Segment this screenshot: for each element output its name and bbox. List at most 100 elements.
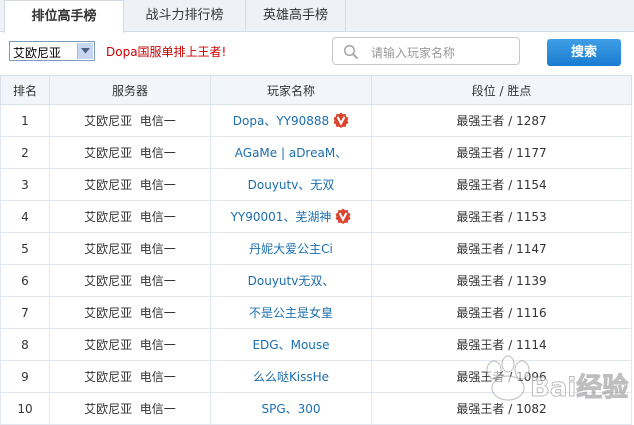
- rank-cell: 4: [0, 200, 50, 233]
- player-cell-text[interactable]: SPG、300: [261, 402, 320, 416]
- player-cell-text[interactable]: YY90001、芜湖神: [231, 210, 332, 224]
- player-cell[interactable]: 丹妮大爱公主Ci: [210, 232, 372, 265]
- server-cell-text: 艾欧尼亚 电信一: [84, 146, 176, 160]
- server-cell-text: 艾欧尼亚 电信一: [84, 402, 176, 416]
- tab-rank-masters[interactable]: 排位高手榜: [4, 0, 124, 33]
- header-rank: 排名: [0, 75, 50, 105]
- dan-points-cell: 最强王者 / 1114: [371, 328, 632, 361]
- player-cell[interactable]: EDG、Mouse: [210, 328, 372, 361]
- player-cell-text[interactable]: Douyutv、无双: [248, 178, 335, 192]
- server-cell: 艾欧尼亚 电信一: [49, 296, 211, 329]
- ranking-tabs: 排位高手榜 战斗力排行榜 英雄高手榜: [0, 0, 634, 33]
- table-row: 1 艾欧尼亚 电信一 Dopa、YY90888 最强王者 / 1287: [0, 104, 632, 137]
- table-row: 4 艾欧尼亚 电信一 YY90001、芜湖神 最强王者 / 1153: [0, 200, 632, 233]
- server-cell-text: 艾欧尼亚 电信一: [84, 178, 176, 192]
- search-button[interactable]: 搜索: [547, 39, 621, 66]
- verified-v-icon: [333, 112, 349, 129]
- server-cell-text: 艾欧尼亚 电信一: [84, 274, 176, 288]
- rank-cell: 9: [0, 360, 50, 393]
- server-cell-text: 艾欧尼亚 电信一: [84, 210, 176, 224]
- player-cell[interactable]: YY90001、芜湖神: [210, 200, 372, 233]
- rank-cell: 1: [0, 104, 50, 137]
- dan-points-cell: 最强王者 / 1116: [371, 296, 632, 329]
- table-row: 7 艾欧尼亚 电信一 不是公主是女皇 最强王者 / 1116: [0, 296, 632, 329]
- dan-points-cell: 最强王者 / 1096: [371, 360, 632, 393]
- server-cell: 艾欧尼亚 电信一: [49, 264, 211, 297]
- player-cell[interactable]: SPG、300: [210, 392, 372, 425]
- rank-cell-text: 1: [21, 113, 29, 128]
- rank-cell-text: 7: [21, 305, 29, 320]
- dan-points-cell-text: 最强王者 / 1147: [456, 242, 547, 256]
- dan-points-cell-text: 最强王者 / 1153: [456, 210, 547, 224]
- dan-points-cell-text: 最强王者 / 1116: [456, 306, 547, 320]
- table-row: 2 艾欧尼亚 电信一 AGaMe | aDreaM、 最强王者 / 1177: [0, 136, 632, 169]
- search-input[interactable]: 请输入玩家名称: [332, 37, 520, 65]
- dan-points-cell: 最强王者 / 1139: [371, 264, 632, 297]
- player-cell-text[interactable]: AGaMe | aDreaM、: [235, 146, 347, 160]
- tab-combat-power[interactable]: 战斗力排行榜: [124, 0, 246, 32]
- rank-cell: 3: [0, 168, 50, 201]
- rank-cell: 2: [0, 136, 50, 169]
- tab-hero-masters[interactable]: 英雄高手榜: [246, 0, 346, 32]
- player-cell-text[interactable]: 不是公主是女皇: [249, 306, 333, 320]
- table-row: 10 艾欧尼亚 电信一 SPG、300 最强王者 / 1082: [0, 392, 632, 425]
- server-cell: 艾欧尼亚 电信一: [49, 392, 211, 425]
- table-row: 6 艾欧尼亚 电信一 Douyutv无双、 最强王者 / 1139: [0, 264, 632, 297]
- server-cell: 艾欧尼亚 电信一: [49, 104, 211, 137]
- table-row: 5 艾欧尼亚 电信一 丹妮大爱公主Ci 最强王者 / 1147: [0, 232, 632, 265]
- player-cell-text[interactable]: 么么哒KissHe: [253, 370, 329, 384]
- player-cell[interactable]: 不是公主是女皇: [210, 296, 372, 329]
- header-server: 服务器: [49, 75, 211, 105]
- dan-points-cell: 最强王者 / 1177: [371, 136, 632, 169]
- rank-cell-text: 8: [21, 337, 29, 352]
- search-icon: [343, 44, 359, 63]
- rank-cell: 6: [0, 264, 50, 297]
- player-cell[interactable]: AGaMe | aDreaM、: [210, 136, 372, 169]
- server-cell-text: 艾欧尼亚 电信一: [84, 306, 176, 320]
- header-player: 玩家名称: [210, 75, 372, 105]
- rank-cell-text: 2: [21, 145, 29, 160]
- player-cell-text[interactable]: EDG、Mouse: [252, 338, 329, 352]
- player-cell[interactable]: Douyutv无双、: [210, 264, 372, 297]
- chevron-down-icon[interactable]: [77, 43, 93, 59]
- dan-points-cell: 最强王者 / 1154: [371, 168, 632, 201]
- player-cell-text[interactable]: Dopa、YY90888: [233, 114, 329, 128]
- dan-points-cell: 最强王者 / 1287: [371, 104, 632, 137]
- rank-cell-text: 10: [17, 401, 33, 416]
- rank-cell: 8: [0, 328, 50, 361]
- promo-link[interactable]: Dopa国服单排上王者!: [106, 43, 226, 60]
- rank-cell: 10: [0, 392, 50, 425]
- player-cell[interactable]: 么么哒KissHe: [210, 360, 372, 393]
- dan-points-cell: 最强王者 / 1082: [371, 392, 632, 425]
- player-cell-text[interactable]: 丹妮大爱公主Ci: [249, 242, 333, 256]
- player-cell[interactable]: Dopa、YY90888: [210, 104, 372, 137]
- header-dan-points: 段位 / 胜点: [371, 75, 632, 105]
- server-cell: 艾欧尼亚 电信一: [49, 200, 211, 233]
- server-cell-text: 艾欧尼亚 电信一: [84, 370, 176, 384]
- server-cell-text: 艾欧尼亚 电信一: [84, 114, 176, 128]
- rank-cell-text: 6: [21, 273, 29, 288]
- player-cell-text[interactable]: Douyutv无双、: [248, 274, 335, 288]
- table-row: 8 艾欧尼亚 电信一 EDG、Mouse 最强王者 / 1114: [0, 328, 632, 361]
- server-cell: 艾欧尼亚 电信一: [49, 232, 211, 265]
- table-row: 9 艾欧尼亚 电信一 么么哒KissHe 最强王者 / 1096: [0, 360, 632, 393]
- dan-points-cell-text: 最强王者 / 1082: [456, 402, 547, 416]
- server-cell: 艾欧尼亚 电信一: [49, 168, 211, 201]
- ranking-rows: 1 艾欧尼亚 电信一 Dopa、YY90888 最强王者 / 1287 2 艾欧尼亚 电信…: [0, 104, 632, 425]
- dan-points-cell: 最强王者 / 1147: [371, 232, 632, 265]
- server-cell-text: 艾欧尼亚 电信一: [84, 242, 176, 256]
- server-dropdown[interactable]: 艾欧尼亚: [9, 41, 95, 61]
- dan-points-cell: 最强王者 / 1153: [371, 200, 632, 233]
- player-cell[interactable]: Douyutv、无双: [210, 168, 372, 201]
- rank-cell-text: 4: [21, 209, 29, 224]
- server-cell: 艾欧尼亚 电信一: [49, 136, 211, 169]
- dan-points-cell-text: 最强王者 / 1287: [456, 114, 547, 128]
- dan-points-cell-text: 最强王者 / 1139: [456, 274, 547, 288]
- dan-points-cell-text: 最强王者 / 1114: [456, 338, 547, 352]
- server-dropdown-value: 艾欧尼亚: [13, 46, 62, 60]
- rank-cell-text: 5: [21, 241, 29, 256]
- dan-points-cell-text: 最强王者 / 1096: [456, 370, 547, 384]
- dan-points-cell-text: 最强王者 / 1154: [456, 178, 547, 192]
- server-cell-text: 艾欧尼亚 电信一: [84, 338, 176, 352]
- table-row: 3 艾欧尼亚 电信一 Douyutv、无双 最强王者 / 1154: [0, 168, 632, 201]
